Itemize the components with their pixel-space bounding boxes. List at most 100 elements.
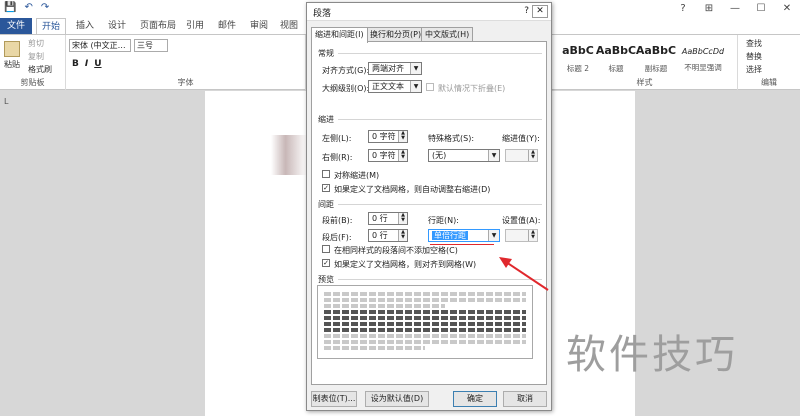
auto-adjust-indent-label: 如果定义了文档网格，则自动调整右缩进(D) [334,185,491,194]
indent-by-spinner-icon[interactable]: ▲ ▼ [528,150,537,161]
italic-button[interactable]: I [85,59,88,69]
cancel-button[interactable]: 取消 [503,391,547,407]
paste-icon[interactable] [4,41,20,57]
spacing-before-spinner-icon[interactable]: ▲ ▼ [398,213,407,224]
cut-button[interactable]: 剪切 [28,38,44,49]
preview-following-line [324,334,526,338]
copy-button[interactable]: 复制 [28,51,44,62]
tab-view[interactable]: 视图 [276,18,302,34]
workspace-left: L [0,91,205,416]
preview-section-title: 预览 [318,275,334,284]
indent-right-input[interactable]: 0 字符 ▲ ▼ [368,149,408,162]
alignment-value: 两端对齐 [372,64,404,73]
underline-button[interactable]: U [94,59,101,69]
spacing-section-title: 间距 [318,200,334,209]
document-text-fragment [271,135,307,175]
spacing-after-input[interactable]: 0 行 ▲ ▼ [368,229,408,242]
indent-right-spinner-icon[interactable]: ▲ ▼ [398,150,407,161]
save-icon[interactable]: 💾 [4,2,16,13]
alignment-label: 对齐方式(G): [322,66,370,75]
indent-left-value: 0 字符 [372,132,396,141]
special-indent-select[interactable]: (无) ▼ [428,149,500,162]
paste-button[interactable]: 粘贴 [4,59,20,70]
indent-by-input[interactable]: ▲ ▼ [505,149,538,162]
alignment-dropdown-icon: ▼ [410,63,421,74]
find-button[interactable]: 查找 [746,38,762,49]
indent-by-label: 缩进值(Y): [502,134,540,143]
preview-sample-line [324,316,526,320]
indent-left-spinner-icon[interactable]: ▲ ▼ [398,131,407,142]
spacing-after-spinner-icon[interactable]: ▲ ▼ [398,230,407,241]
snap-to-grid-label: 如果定义了文档网格，则对齐到网格(W) [334,260,477,269]
dialog-close-icon[interactable]: ✕ [532,5,548,18]
preview-following-line [324,340,526,344]
auto-adjust-indent-checkbox[interactable]: ✓ [322,184,330,192]
outline-level-value: 正文文本 [372,82,404,91]
maximize-icon[interactable]: ☐ [748,0,774,18]
tab-references[interactable]: 引用 [182,18,208,34]
spacing-divider [338,204,542,205]
line-spacing-select[interactable]: 单倍行距 ▼ [428,229,500,242]
help-icon[interactable]: ? [670,0,696,18]
styles-group: aBbC 标题 2 AaBbC 标题 AaBbC 副标题 AaBbCcDd 不明… [552,35,738,90]
dialog-title-bar: 段落 ? ✕ [307,3,551,21]
line-spacing-label: 行距(N): [428,216,459,225]
special-indent-dropdown-icon: ▼ [488,150,499,161]
font-size-combo[interactable]: 三号 [134,39,168,52]
set-default-button[interactable]: 设为默认值(D) [365,391,429,407]
tab-home[interactable]: 开始 [36,18,66,34]
tab-mailings[interactable]: 邮件 [214,18,240,34]
dialog-help-icon[interactable]: ? [524,6,529,16]
ruler-tab-selector[interactable]: L [4,97,8,106]
spacing-before-value: 0 行 [372,214,388,223]
tab-review[interactable]: 审阅 [246,18,272,34]
style-subtle-emphasis[interactable]: AaBbCcDd 不明显强调 [674,39,732,77]
line-spacing-value: 单倍行距 [432,231,468,240]
paragraph-dialog: 段落 ? ✕ 缩进和间距(I) 换行和分页(P) 中文版式(H) 常规 对齐方式… [306,2,552,411]
tab-file[interactable]: 文件 [0,18,32,34]
undo-icon[interactable]: ↶ [24,2,32,13]
indent-section-title: 缩进 [318,115,334,124]
tab-design[interactable]: 设计 [104,18,130,34]
font-name-combo[interactable]: 宋体 (中文正… [69,39,131,52]
spacing-at-spinner-icon[interactable]: ▲ ▼ [528,230,537,241]
format-painter-button[interactable]: 格式刷 [28,64,52,75]
collapse-checkbox[interactable] [426,83,434,91]
indent-right-value: 0 字符 [372,151,396,160]
redo-icon[interactable]: ↷ [41,2,49,13]
tab-line-page-breaks[interactable]: 换行和分页(P) [366,27,426,42]
mirror-indents-label: 对称缩进(M) [334,171,380,180]
select-button[interactable]: 选择 [746,64,762,75]
clipboard-group-label: 剪贴板 [20,78,45,87]
tab-asian-typography[interactable]: 中文版式(H) [421,27,474,42]
snap-to-grid-checkbox[interactable]: ✓ [322,259,330,267]
indent-left-input[interactable]: 0 字符 ▲ ▼ [368,130,408,143]
outline-dropdown-icon: ▼ [410,81,421,92]
outline-level-label: 大纲级别(O): [322,84,370,93]
outline-level-select[interactable]: 正文文本 ▼ [368,80,422,93]
tab-indents-spacing[interactable]: 缩进和间距(I) [311,27,368,43]
clipboard-group: 粘贴 剪切 复制 格式刷 剪贴板 [0,35,66,90]
minimize-icon[interactable]: — [722,0,748,18]
spacing-before-input[interactable]: 0 行 ▲ ▼ [368,212,408,225]
replace-button[interactable]: 替换 [746,51,762,62]
bold-button[interactable]: B [72,59,79,69]
style-subtitle[interactable]: AaBbC 副标题 [632,39,680,77]
close-icon[interactable]: ✕ [774,0,800,18]
spacing-at-label: 设置值(A): [502,216,541,225]
tab-page-layout[interactable]: 页面布局 [136,18,180,34]
editing-group: 查找 替换 选择 编辑 [738,35,800,90]
preview-sample-line [324,328,526,332]
mirror-indents-checkbox[interactable] [322,170,330,178]
collapse-label: 默认情况下折叠(E) [438,84,506,93]
spacing-at-input[interactable]: ▲ ▼ [505,229,538,242]
ribbon-display-icon[interactable]: ⊞ [696,0,722,18]
font-format-buttons: B I U [72,59,102,69]
spacing-after-label: 段后(F): [322,233,352,242]
ok-button[interactable]: 确定 [453,391,497,407]
tabs-button[interactable]: 制表位(T)... [311,391,357,407]
tab-insert[interactable]: 插入 [72,18,98,34]
alignment-select[interactable]: 两端对齐 ▼ [368,62,422,75]
no-space-same-style-checkbox[interactable] [322,245,330,253]
font-group-label: 字体 [177,78,194,87]
